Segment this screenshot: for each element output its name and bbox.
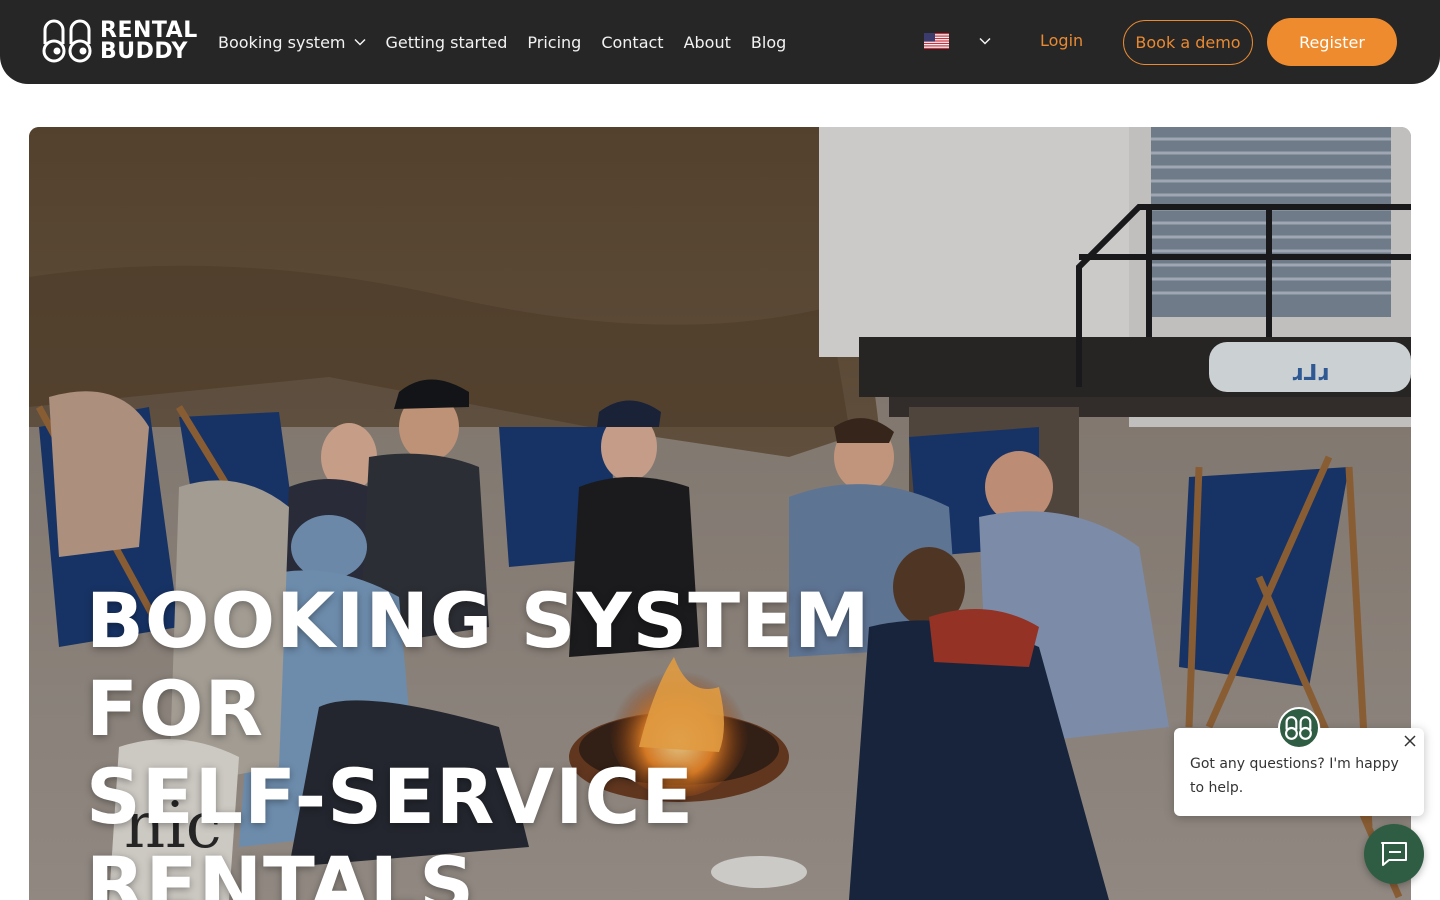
brand-line2: BUDDY xyxy=(100,39,188,64)
nav-blog[interactable]: Blog xyxy=(751,33,786,52)
nav-about[interactable]: About xyxy=(684,33,731,52)
chat-icon xyxy=(1381,842,1407,866)
chat-avatar xyxy=(1278,707,1320,749)
us-flag-icon xyxy=(924,33,949,49)
top-navbar: RENTAL BUDDY Booking system Getting star… xyxy=(0,0,1440,84)
nav-booking-system[interactable]: Booking system xyxy=(218,33,366,52)
brand-line1: RENTAL xyxy=(100,18,198,43)
close-icon[interactable] xyxy=(1404,735,1416,747)
language-selector[interactable] xyxy=(924,33,991,49)
chevron-down-icon xyxy=(979,37,991,45)
chevron-down-icon xyxy=(353,38,366,46)
nav-pricing[interactable]: Pricing xyxy=(527,33,581,52)
brand-logo[interactable]: RENTAL BUDDY xyxy=(42,18,198,64)
main-nav: Booking system Getting started Pricing C… xyxy=(218,0,786,84)
rental-buddy-logo-icon xyxy=(1285,716,1312,740)
chat-message-text: Got any questions? I'm happy to help. xyxy=(1190,756,1399,796)
hero-title: BOOKING SYSTEM FOR SELF-SERVICE RENTALS xyxy=(86,576,871,900)
nav-booking-system-label: Booking system xyxy=(218,32,346,52)
brand-wordmark: RENTAL BUDDY xyxy=(100,18,198,64)
book-demo-button[interactable]: Book a demo xyxy=(1123,20,1253,65)
nav-getting-started[interactable]: Getting started xyxy=(386,33,508,52)
rental-buddy-logo-icon xyxy=(42,19,92,63)
chat-launcher-button[interactable] xyxy=(1364,824,1424,884)
register-button[interactable]: Register xyxy=(1267,18,1397,66)
nav-contact[interactable]: Contact xyxy=(601,33,663,52)
login-button[interactable]: Login xyxy=(1040,31,1083,50)
